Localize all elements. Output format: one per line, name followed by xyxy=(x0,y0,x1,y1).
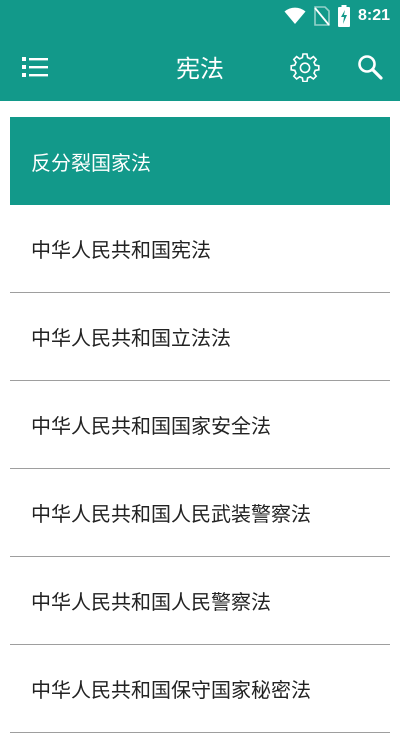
search-button[interactable] xyxy=(350,47,390,87)
list-item-label: 中华人民共和国宪法 xyxy=(31,238,211,262)
status-icons: 8:21 xyxy=(284,5,390,27)
gear-icon xyxy=(290,53,320,82)
toolbar: 宪法 xyxy=(0,32,400,101)
list-item[interactable]: 中华人民共和国宪法 xyxy=(10,205,390,293)
no-sim-icon xyxy=(314,6,330,26)
list-item-label: 中华人民共和国人民武装警察法 xyxy=(31,502,311,526)
status-time: 8:21 xyxy=(357,7,390,24)
list-item-label: 反分裂国家法 xyxy=(31,150,151,175)
wifi-icon xyxy=(284,7,306,24)
search-icon xyxy=(358,55,383,80)
law-list: 反分裂国家法 中华人民共和国宪法 中华人民共和国立法法 中华人民共和国国家安全法… xyxy=(10,117,390,733)
list-item[interactable]: 中华人民共和国立法法 xyxy=(10,293,390,381)
menu-button[interactable] xyxy=(15,47,55,87)
list-item[interactable]: 中华人民共和国国家安全法 xyxy=(10,381,390,469)
page-title: 宪法 xyxy=(176,55,224,83)
list-item-label: 中华人民共和国立法法 xyxy=(31,326,231,350)
list-item-label: 中华人民共和国保守国家秘密法 xyxy=(31,678,311,702)
battery-charging-icon xyxy=(337,5,350,27)
list-item[interactable]: 中华人民共和国人民武装警察法 xyxy=(10,469,390,557)
menu-icon xyxy=(22,57,48,77)
list-item-label: 中华人民共和国人民警察法 xyxy=(31,590,271,614)
list-item[interactable]: 中华人民共和国保守国家秘密法 xyxy=(10,645,390,733)
settings-button[interactable] xyxy=(285,47,325,87)
app-header: 8:21 宪法 xyxy=(0,0,400,101)
list-item-selected[interactable]: 反分裂国家法 xyxy=(10,117,390,205)
status-bar: 8:21 xyxy=(0,0,400,32)
list-item[interactable]: 中华人民共和国人民警察法 xyxy=(10,557,390,645)
list-item-label: 中华人民共和国国家安全法 xyxy=(31,414,271,438)
